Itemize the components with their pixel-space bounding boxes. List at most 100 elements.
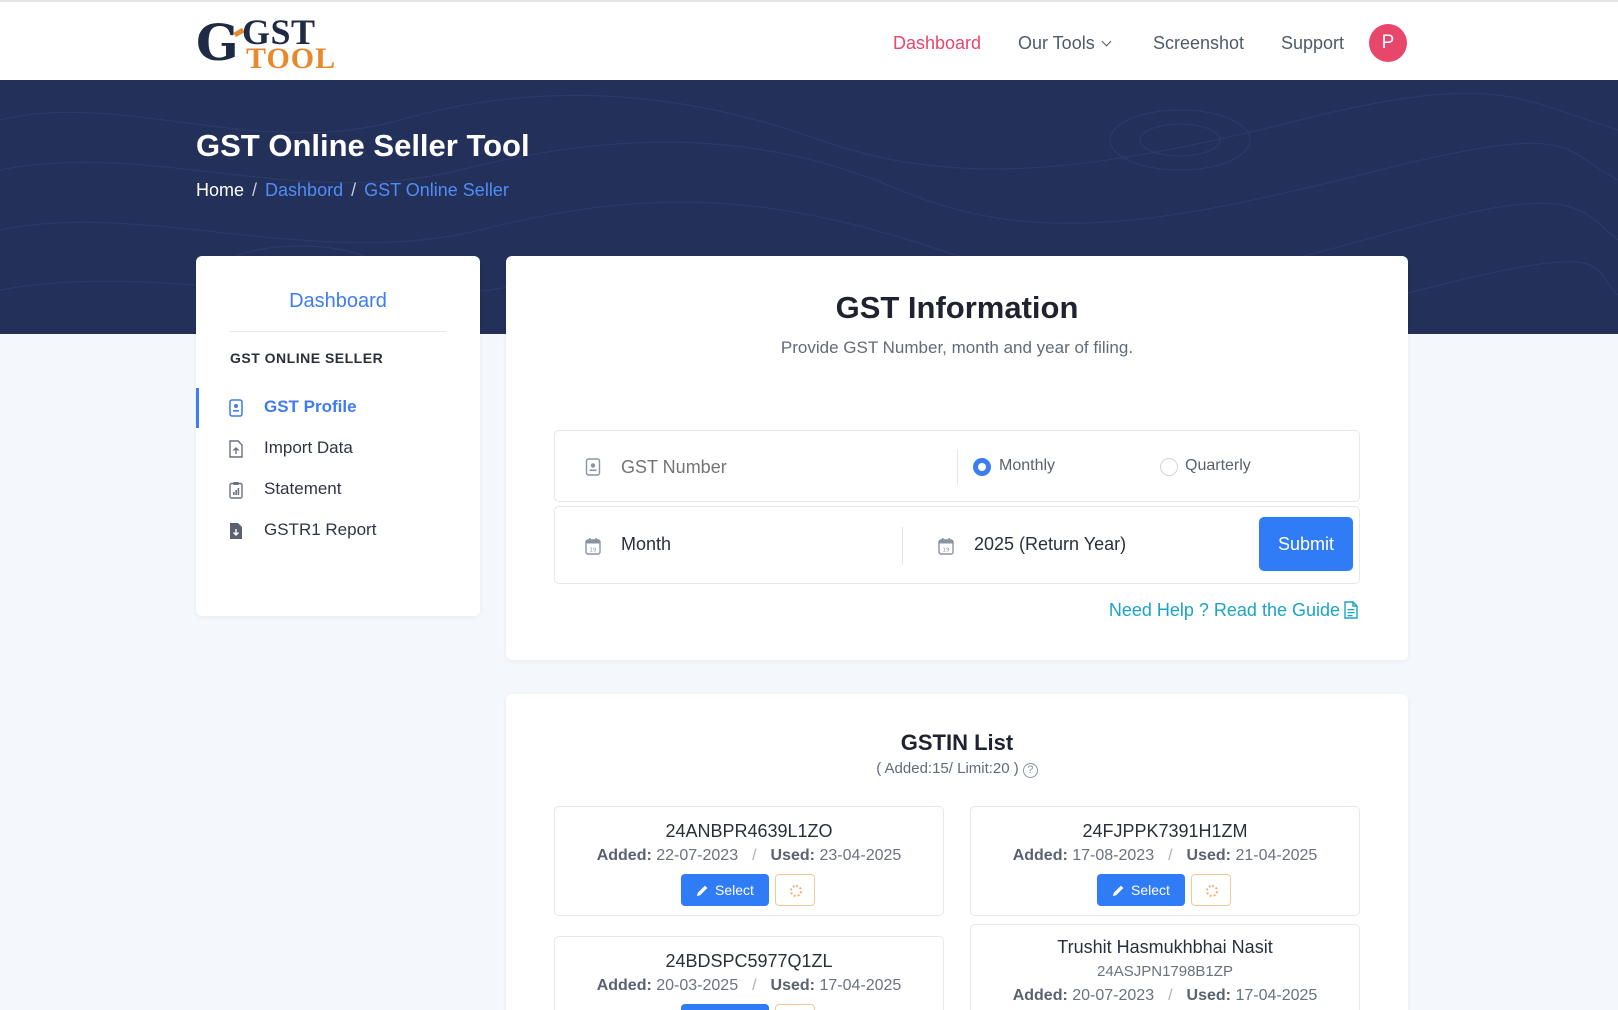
- gstin-business-name: Trushit Hasmukhbhai Nasit: [1057, 937, 1273, 957]
- page-title: GST Online Seller Tool: [196, 128, 530, 163]
- select-label: Select: [1131, 882, 1170, 898]
- id-card-icon: [229, 399, 243, 417]
- gear-icon: [790, 885, 802, 897]
- used-label: Used:: [1186, 987, 1231, 1004]
- gstin-number: 24ASJPN1798B1ZP: [1097, 963, 1233, 980]
- gstin-card: Trushit Hasmukhbhai Nasit 24ASJPN1798B1Z…: [970, 924, 1360, 1010]
- gstin-list-count: ( Added:15/ Limit:20 ): [876, 760, 1019, 777]
- gstin-card: 24ANBPR4639L1ZO Added: 22-07-2023 / Used: …: [554, 806, 944, 916]
- sidebar-item-gst-profile[interactable]: GST Profile: [196, 388, 480, 428]
- svg-text:19: 19: [943, 548, 950, 554]
- sidebar-item-statement[interactable]: Statement: [196, 470, 480, 510]
- breadcrumb-home[interactable]: Home: [196, 180, 244, 200]
- file-import-icon: [229, 440, 243, 458]
- field-divider: [902, 527, 903, 565]
- year-select[interactable]: 2025 (Return Year): [974, 534, 1126, 555]
- gear-icon: [1206, 885, 1218, 897]
- added-date: 20-03-2025: [656, 977, 739, 994]
- gstin-number: 24FJPPK7391H1ZM: [1082, 821, 1248, 841]
- gstin-list-card: GSTIN List ( Added:15/ Limit:20 )? 24ANB…: [506, 694, 1408, 1010]
- logo-tool: TOOL: [246, 42, 337, 75]
- radio-quarterly[interactable]: [1160, 458, 1178, 476]
- logo-g: G: [196, 13, 239, 72]
- added-label: Added:: [596, 847, 652, 864]
- settings-button[interactable]: [775, 1004, 815, 1010]
- breadcrumb-current[interactable]: GST Online Seller: [364, 180, 509, 200]
- used-date: 23-04-2025: [819, 847, 902, 864]
- gst-tool-logo[interactable]: G GST TOOL: [196, 13, 336, 74]
- nav-our-tools-label: Our Tools: [1018, 33, 1095, 53]
- select-button[interactable]: Select: [681, 1004, 769, 1010]
- month-select[interactable]: Month: [621, 534, 671, 555]
- clipboard-chart-icon: [229, 482, 243, 499]
- added-date: 17-08-2023: [1072, 847, 1155, 864]
- added-label: Added:: [596, 977, 652, 994]
- submit-button[interactable]: Submit: [1259, 517, 1353, 571]
- settings-button[interactable]: [1191, 874, 1231, 906]
- date-sep: /: [752, 977, 757, 994]
- gst-information-card: GST Information Provide GST Number, mont…: [506, 256, 1408, 660]
- sidebar-item-import-data[interactable]: Import Data: [196, 429, 480, 469]
- gstin-list-subtitle: ( Added:15/ Limit:20 )?: [506, 760, 1408, 778]
- added-date: 20-07-2023: [1072, 987, 1155, 1004]
- breadcrumb-sep: /: [351, 180, 357, 200]
- radio-monthly[interactable]: [973, 458, 991, 476]
- sidebar-section-heading: GST ONLINE SELLER: [230, 350, 384, 366]
- select-button[interactable]: Select: [681, 874, 769, 906]
- select-button[interactable]: Select: [1097, 874, 1185, 906]
- used-label: Used:: [770, 977, 815, 994]
- nav-our-tools[interactable]: Our Tools: [1018, 28, 1112, 58]
- gst-number-input[interactable]: [621, 451, 921, 483]
- pencil-icon: [697, 885, 708, 896]
- calendar-icon: 19: [938, 538, 954, 555]
- gstin-list-title: GSTIN List: [900, 730, 1014, 755]
- date-sep: /: [1168, 847, 1173, 864]
- gstin-number: 24ANBPR4639L1ZO: [665, 821, 833, 841]
- added-label: Added:: [1012, 847, 1068, 864]
- used-label: Used:: [1186, 847, 1231, 864]
- help-guide-link[interactable]: Need Help ? Read the Guide: [506, 600, 1358, 621]
- settings-button[interactable]: [775, 874, 815, 906]
- breadcrumb: Home / Dashbord / GST Online Seller: [196, 180, 509, 201]
- calendar-icon: 19: [585, 538, 601, 555]
- gstin-dates: Added: 20-07-2023 / Used: 17-04-2025: [971, 987, 1359, 1005]
- gstin-dates: Added: 22-07-2023 / Used: 23-04-2025: [555, 847, 943, 865]
- date-sep: /: [752, 847, 757, 864]
- active-indicator: [196, 388, 199, 428]
- gstin-dates: Added: 17-08-2023 / Used: 21-04-2025: [971, 847, 1359, 865]
- nav-support[interactable]: Support: [1281, 28, 1344, 58]
- added-label: Added:: [1012, 987, 1068, 1004]
- user-avatar[interactable]: P: [1369, 24, 1407, 62]
- sidebar-item-gstr1-report[interactable]: GSTR1 Report: [196, 511, 480, 551]
- breadcrumb-sep: /: [252, 180, 258, 200]
- help-circle-icon[interactable]: ?: [1022, 763, 1038, 778]
- radio-quarterly-label[interactable]: Quarterly: [1185, 457, 1251, 475]
- pencil-icon: [1113, 885, 1124, 896]
- gstin-number: 24BDSPC5977Q1ZL: [665, 951, 833, 971]
- gst-information-title: GST Information: [835, 290, 1079, 325]
- date-sep: /: [1168, 987, 1173, 1004]
- radio-monthly-label[interactable]: Monthly: [999, 457, 1055, 475]
- sidebar: Dashboard GST ONLINE SELLER GST Profile …: [196, 256, 480, 616]
- document-icon: [1344, 601, 1358, 619]
- breadcrumb-dashboard[interactable]: Dashbord: [265, 180, 343, 200]
- gst-number-row: Monthly Quarterly: [554, 430, 1360, 502]
- sidebar-divider: [230, 331, 446, 332]
- nav-dashboard[interactable]: Dashboard: [893, 28, 981, 58]
- gst-information-subtitle: Provide GST Number, month and year of fi…: [780, 338, 1134, 357]
- sidebar-item-label: Statement: [264, 479, 342, 498]
- added-date: 22-07-2023: [656, 847, 739, 864]
- top-navbar: G GST TOOL Dashboard Our Tools Screensho…: [0, 0, 1618, 80]
- used-date: 17-04-2025: [819, 977, 902, 994]
- field-divider: [957, 449, 958, 485]
- sidebar-item-label: Import Data: [264, 438, 353, 457]
- gstin-card: 24BDSPC5977Q1ZL Added: 20-03-2025 / Used: …: [554, 936, 944, 1010]
- used-date: 17-04-2025: [1235, 987, 1318, 1004]
- select-label: Select: [715, 882, 754, 898]
- sidebar-title[interactable]: Dashboard: [196, 290, 480, 313]
- sidebar-item-label: GSTR1 Report: [264, 520, 377, 539]
- sidebar-item-label: GST Profile: [264, 397, 357, 416]
- gstin-dates: Added: 20-03-2025 / Used: 17-04-2025: [555, 977, 943, 995]
- chevron-down-icon: [1101, 36, 1112, 47]
- nav-screenshot[interactable]: Screenshot: [1153, 28, 1244, 58]
